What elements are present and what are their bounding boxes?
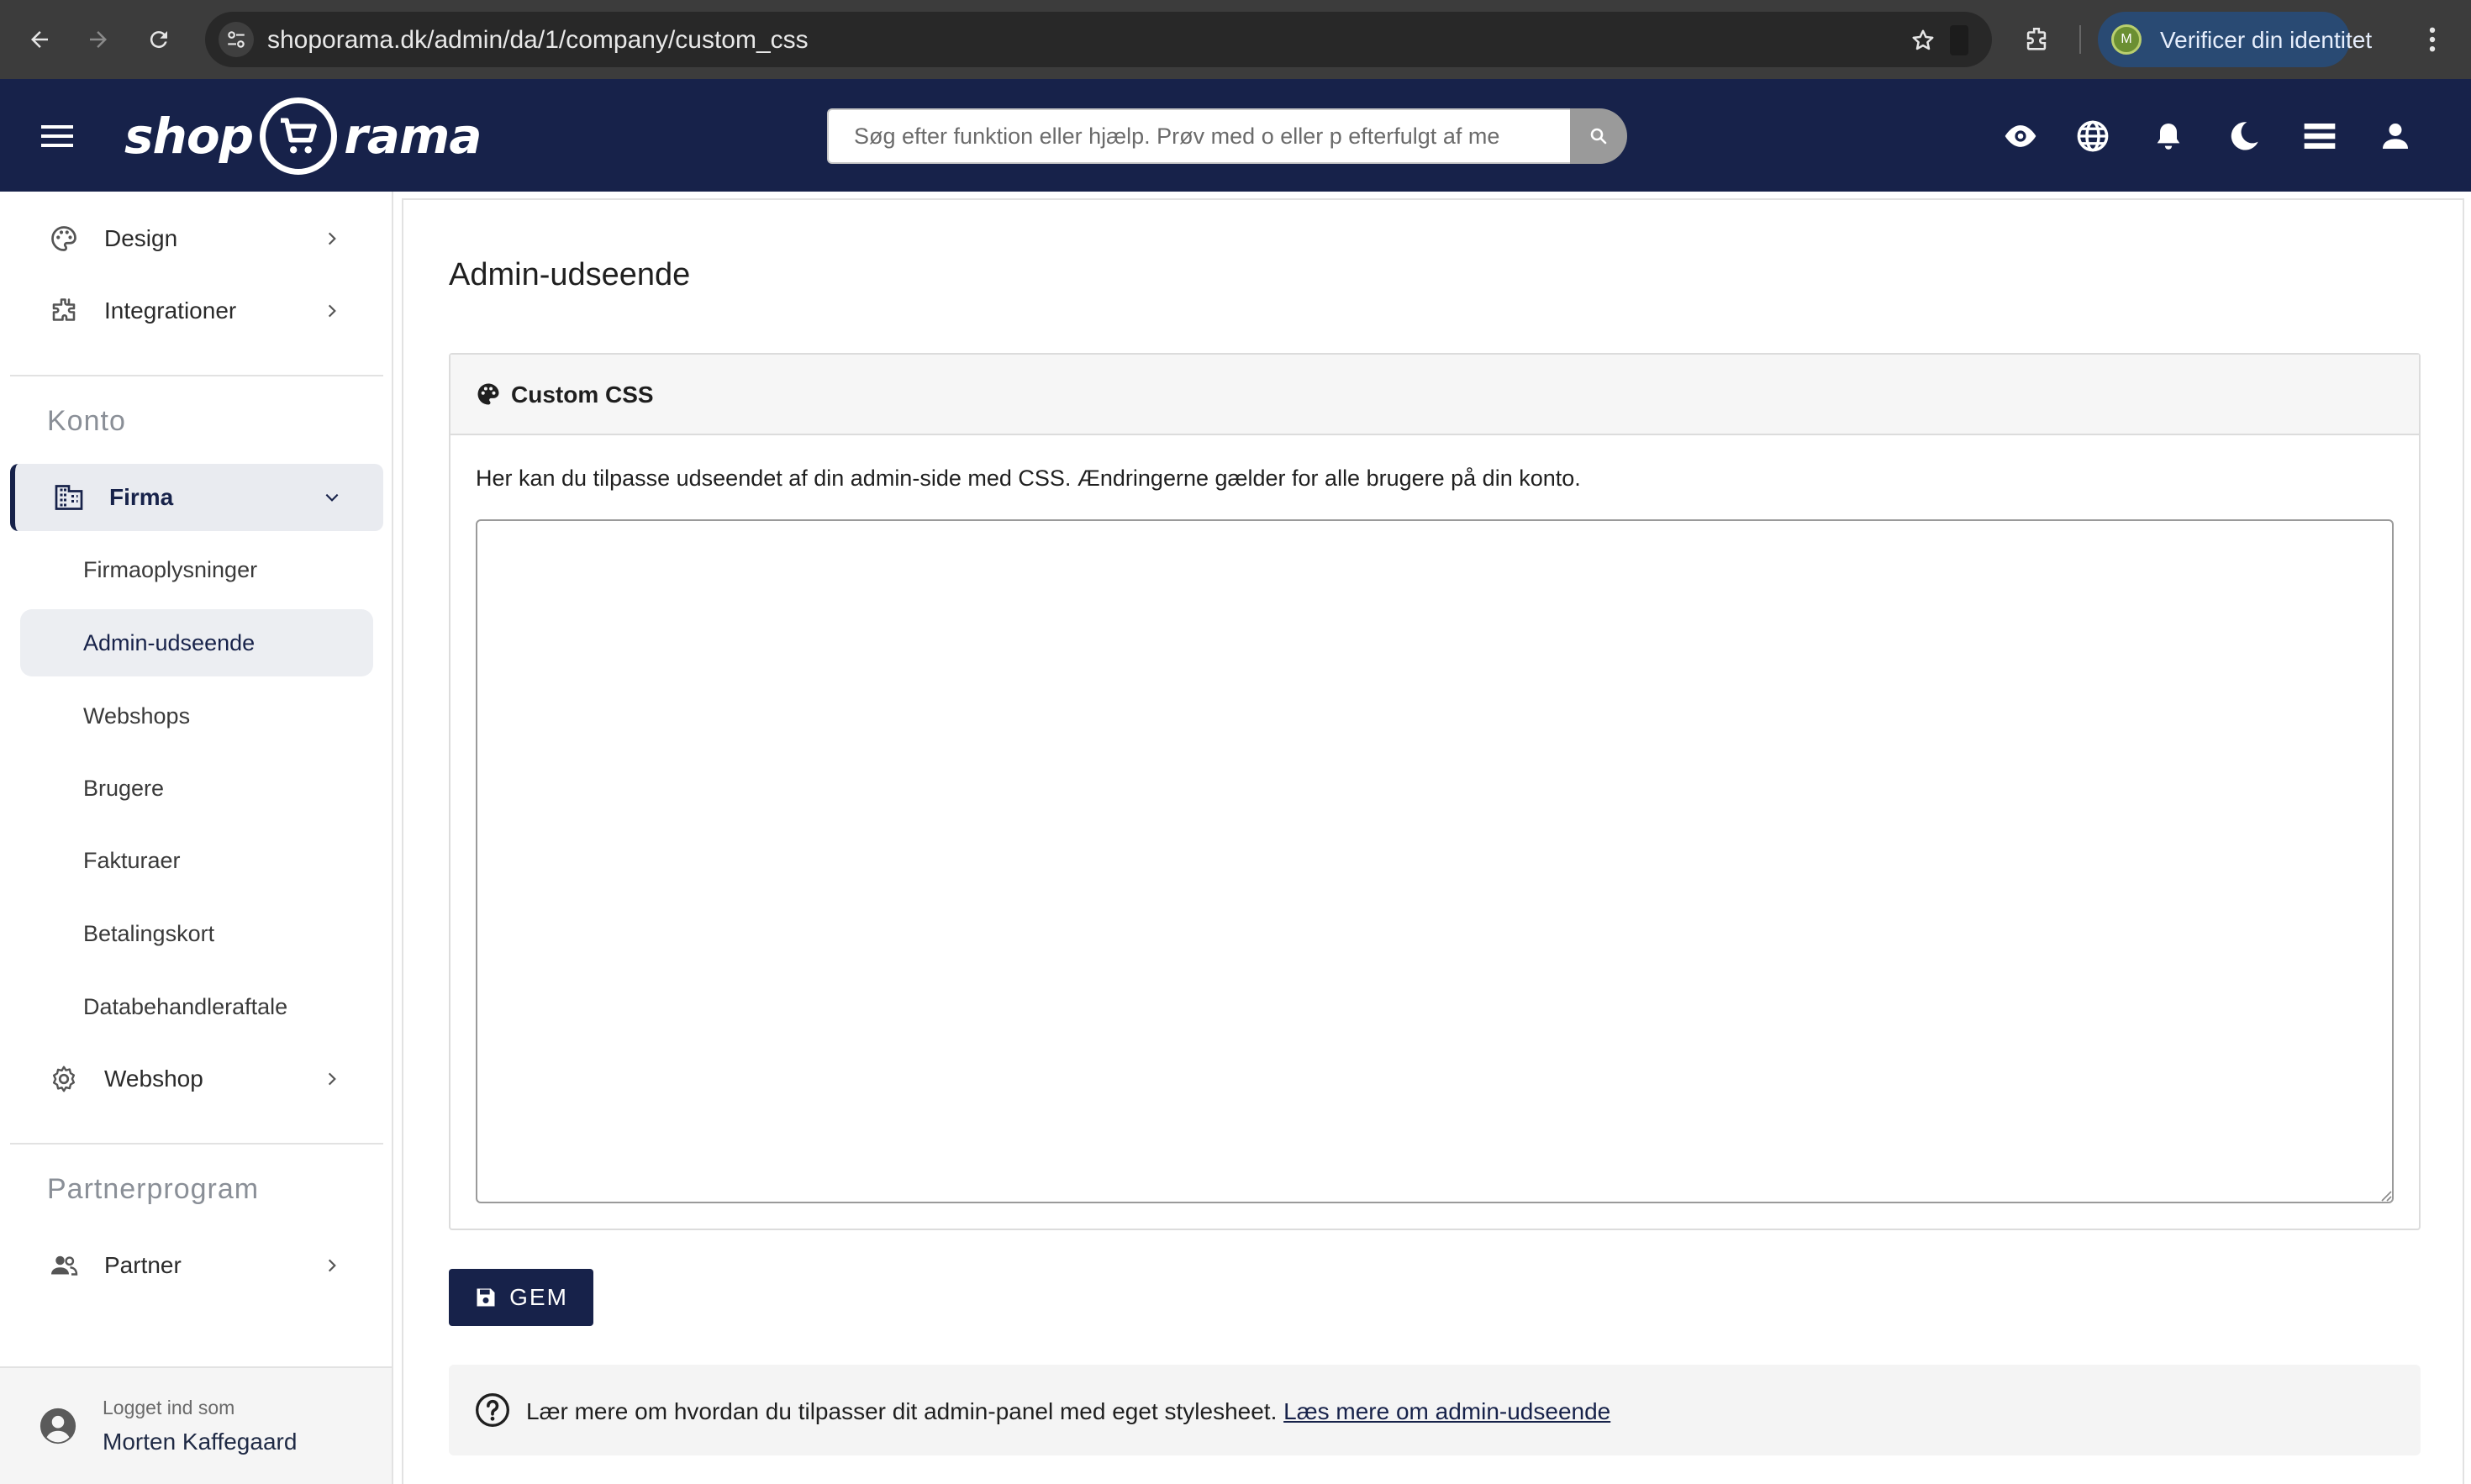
help-circle-icon bbox=[474, 1392, 511, 1429]
sidebar-subitem-label: Databehandleraftale bbox=[83, 993, 288, 1019]
back-icon[interactable] bbox=[20, 20, 59, 59]
palette-icon bbox=[476, 382, 501, 407]
sidebar-subitem-label: Betalingskort bbox=[83, 920, 215, 946]
logo-text-left: shop bbox=[124, 108, 254, 165]
card-header: Custom CSS bbox=[450, 355, 2419, 435]
sidebar-item-firma[interactable]: Firma bbox=[10, 464, 383, 531]
sidebar-subitem-label: Webshops bbox=[83, 703, 191, 729]
sidebar-item-label: Integrationer bbox=[104, 297, 237, 324]
sidebar-subitem-label: Brugere bbox=[83, 775, 165, 801]
moon-icon[interactable] bbox=[2224, 116, 2264, 156]
sidebar: Design Integrationer Konto Firma Firmaop… bbox=[0, 192, 393, 1484]
sidebar-subitem-admin-udseende[interactable]: Admin-udseende bbox=[20, 609, 373, 676]
help-text: Lær mere om hvordan du tilpasser dit adm… bbox=[526, 1398, 1610, 1425]
puzzle-icon bbox=[47, 294, 81, 328]
chevron-right-icon bbox=[319, 226, 345, 251]
browser-menu-icon[interactable] bbox=[2416, 20, 2449, 59]
logged-in-label: Logget ind som bbox=[103, 1397, 235, 1418]
sidebar-item-label: Webshop bbox=[104, 1066, 203, 1092]
extensions-icon[interactable] bbox=[2017, 20, 2056, 59]
sidebar-item-webshop[interactable]: Webshop bbox=[10, 1045, 383, 1113]
sidebar-item-label: Firma bbox=[109, 484, 174, 510]
shoporama-logo[interactable]: shop rama bbox=[124, 94, 482, 178]
sidebar-subitem-webshops[interactable]: Webshops bbox=[20, 682, 373, 750]
sidebar-subitem-betalingskort[interactable]: Betalingskort bbox=[20, 900, 373, 967]
chevron-right-icon bbox=[319, 1066, 345, 1092]
sidebar-subitem-fakturaer[interactable]: Fakturaer bbox=[20, 827, 373, 894]
hamburger-menu-icon[interactable] bbox=[37, 116, 77, 156]
people-icon bbox=[47, 1249, 81, 1282]
eye-icon[interactable] bbox=[2000, 116, 2041, 156]
verify-identity-label: Verificer din identitet bbox=[2160, 27, 2373, 53]
sidebar-subitem-firmaoplysninger[interactable]: Firmaoplysninger bbox=[20, 536, 373, 603]
search-bar bbox=[827, 108, 1627, 164]
sidebar-subitem-databehandleraftale[interactable]: Databehandleraftale bbox=[20, 973, 373, 1040]
help-text-body: Lær mere om hvordan du tilpasser dit adm… bbox=[526, 1398, 1278, 1424]
sidebar-item-label: Design bbox=[104, 225, 178, 251]
forward-icon[interactable] bbox=[79, 20, 118, 59]
help-info-box: Lær mere om hvordan du tilpasser dit adm… bbox=[449, 1365, 2421, 1455]
custom-css-card: Custom CSS Her kan du tilpasse udseendet… bbox=[449, 353, 2421, 1230]
toolbar-separator bbox=[2079, 25, 2081, 54]
reload-icon[interactable] bbox=[140, 20, 178, 59]
chevron-down-icon bbox=[319, 485, 345, 510]
cart-icon bbox=[260, 97, 338, 175]
person-icon[interactable] bbox=[2375, 116, 2416, 156]
bell-icon[interactable] bbox=[2148, 116, 2189, 156]
chevron-right-icon bbox=[319, 1253, 345, 1278]
verify-identity-button[interactable]: M Verificer din identitet bbox=[2098, 12, 2372, 67]
account-circle-icon bbox=[39, 1407, 77, 1445]
url-text: shoporama.dk/admin/da/1/company/custom_c… bbox=[267, 26, 809, 54]
url-bar-end bbox=[1950, 25, 1968, 55]
main-content: Admin-udseende Custom CSS Her kan du til… bbox=[402, 198, 2464, 1484]
logged-in-user[interactable]: Logget ind som Morten Kaffegaard bbox=[0, 1366, 392, 1484]
address-bar[interactable]: shoporama.dk/admin/da/1/company/custom_c… bbox=[205, 12, 1992, 67]
stack-icon[interactable] bbox=[2300, 116, 2340, 156]
sidebar-item-label: Partner bbox=[104, 1252, 182, 1278]
sidebar-divider bbox=[10, 375, 383, 376]
sidebar-subitem-label: Fakturaer bbox=[83, 847, 181, 873]
app-header: shop rama bbox=[0, 79, 2471, 192]
save-button[interactable]: GEM bbox=[449, 1269, 593, 1326]
palette-icon bbox=[47, 222, 81, 255]
save-button-label: GEM bbox=[509, 1284, 568, 1310]
section-title-konto: Konto bbox=[47, 405, 126, 437]
search-button[interactable] bbox=[1570, 108, 1627, 164]
floppy-disk-icon bbox=[474, 1286, 498, 1309]
browser-toolbar: shoporama.dk/admin/da/1/company/custom_c… bbox=[0, 0, 2471, 79]
resize-handle-icon[interactable] bbox=[2377, 1187, 2392, 1202]
sidebar-item-integrationer[interactable]: Integrationer bbox=[10, 277, 383, 345]
chevron-right-icon bbox=[319, 298, 345, 324]
search-input[interactable] bbox=[827, 108, 1570, 164]
profile-avatar: M bbox=[2111, 24, 2142, 55]
card-title: Custom CSS bbox=[511, 382, 654, 408]
building-icon bbox=[52, 481, 86, 514]
logo-text-right: rama bbox=[344, 108, 482, 165]
sidebar-item-design[interactable]: Design bbox=[10, 205, 383, 272]
sidebar-subitem-label: Firmaoplysninger bbox=[83, 556, 258, 582]
card-description: Her kan du tilpasse udseendet af din adm… bbox=[476, 466, 1581, 491]
gear-icon bbox=[47, 1062, 81, 1096]
custom-css-textarea[interactable] bbox=[476, 519, 2394, 1203]
search-icon bbox=[1590, 128, 1607, 145]
sidebar-divider bbox=[10, 1143, 383, 1145]
user-name: Morten Kaffegaard bbox=[103, 1429, 298, 1455]
sidebar-subitem-label: Admin-udseende bbox=[83, 629, 256, 655]
sidebar-subitem-brugere[interactable]: Brugere bbox=[20, 755, 373, 822]
bookmark-star-icon[interactable] bbox=[1906, 24, 1940, 57]
site-settings-icon[interactable] bbox=[219, 22, 254, 57]
sidebar-item-partner[interactable]: Partner bbox=[10, 1232, 383, 1299]
globe-icon[interactable] bbox=[2073, 116, 2113, 156]
page-title: Admin-udseende bbox=[449, 257, 691, 292]
section-title-partnerprogram: Partnerprogram bbox=[47, 1173, 260, 1205]
read-more-link[interactable]: Læs mere om admin-udseende bbox=[1283, 1398, 1610, 1424]
